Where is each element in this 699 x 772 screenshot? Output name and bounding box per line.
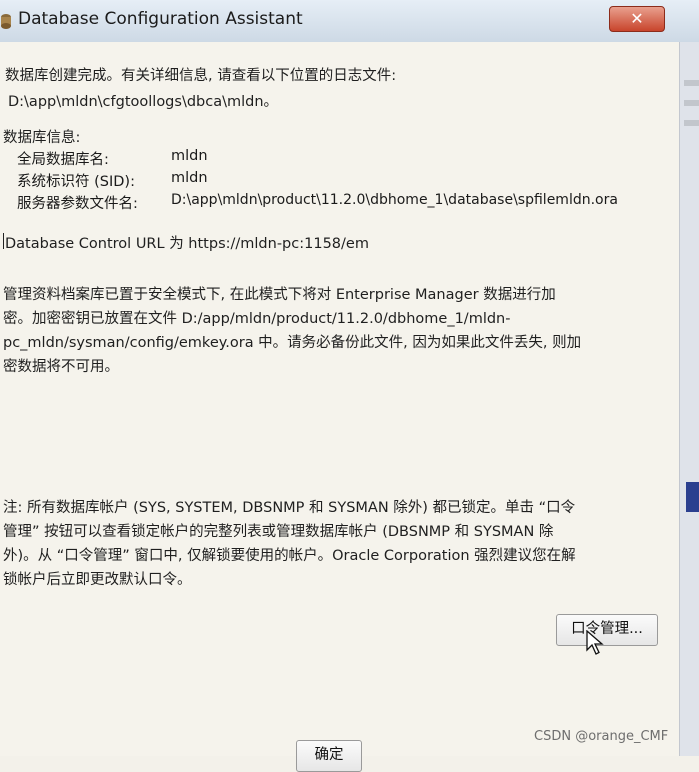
spfile-label: 服务器参数文件名:	[17, 196, 138, 212]
db-info-heading: 数据库信息:	[3, 130, 81, 146]
edge-mark	[684, 80, 699, 86]
window-title: Database Configuration Assistant	[18, 9, 303, 29]
sid-value: mldn	[171, 170, 208, 186]
security-line-4: 密数据将不可用。	[3, 359, 119, 375]
ok-button[interactable]: 确定	[296, 740, 362, 772]
security-line-1: 管理资料档案库已置于安全模式下, 在此模式下将对 Enterprise Mana…	[3, 287, 556, 303]
mouse-cursor-icon	[586, 630, 604, 655]
watermark: CSDN @orange_CMF	[534, 729, 669, 744]
completion-message: 数据库创建完成。有关详细信息, 请查看以下位置的日志文件:	[5, 68, 397, 84]
app-icon	[1, 14, 11, 29]
password-management-button[interactable]: 口令管理...	[556, 614, 658, 646]
edge-mark	[684, 100, 699, 106]
title-bar: Database Configuration Assistant ✕	[0, 0, 699, 43]
note-line-2: 管理” 按钮可以查看锁定帐户的完整列表或管理数据库帐户 (DBSNMP 和 SY…	[3, 524, 554, 540]
global-db-name-label: 全局数据库名:	[17, 152, 109, 168]
text-caret	[3, 233, 4, 249]
sid-label: 系统标识符 (SID):	[17, 174, 135, 190]
note-line-4: 锁帐户后立即更改默认口令。	[3, 572, 192, 588]
global-db-name-value: mldn	[171, 148, 208, 164]
note-line-1: 注: 所有数据库帐户 (SYS, SYSTEM, DBSNMP 和 SYSMAN…	[3, 500, 576, 516]
background-window-edge	[679, 42, 699, 756]
security-line-2: 密。加密密钥已放置在文件 D:/app/mldn/product/11.2.0/…	[3, 311, 511, 327]
log-path: D:\app\mldn\cfgtoollogs\dbca\mldn。	[8, 94, 279, 110]
edge-highlight	[686, 482, 699, 512]
security-line-3: pc_mldn/sysman/config/emkey.ora 中。请务必备份此…	[3, 335, 582, 351]
close-button[interactable]: ✕	[609, 6, 665, 32]
control-url: Database Control URL 为 https://mldn-pc:1…	[5, 236, 369, 252]
spfile-value: D:\app\mldn\product\11.2.0\dbhome_1\data…	[171, 192, 618, 208]
note-line-3: 外)。从 “口令管理” 窗口中, 仅解锁要使用的帐户。Oracle Corpor…	[3, 548, 576, 564]
dialog-body: 数据库创建完成。有关详细信息, 请查看以下位置的日志文件: D:\app\mld…	[0, 42, 679, 772]
edge-mark	[684, 120, 699, 126]
